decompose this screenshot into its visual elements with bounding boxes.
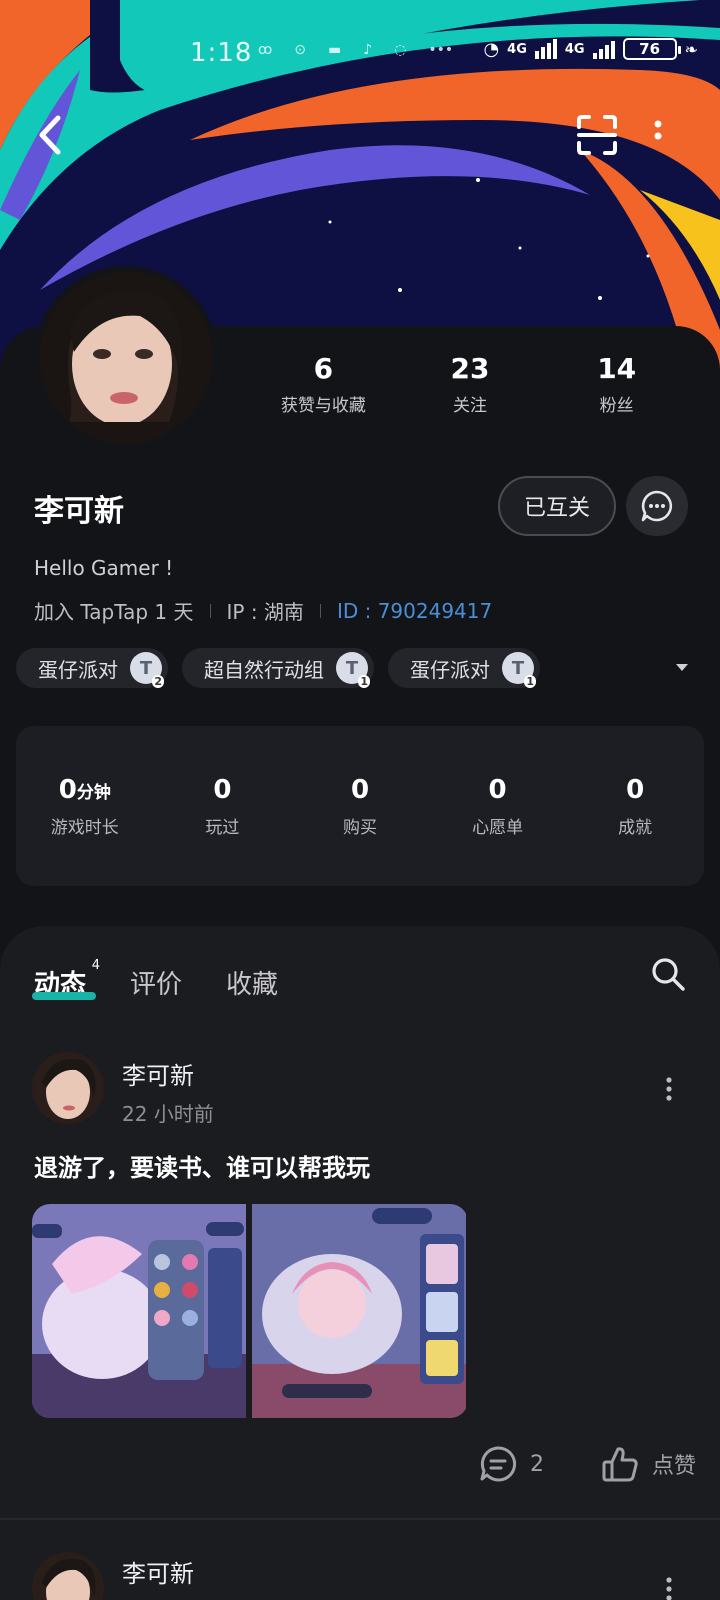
expand-tags-icon[interactable]: [676, 664, 688, 671]
avatar-image: [32, 1052, 104, 1124]
active-tab-indicator: [32, 992, 96, 1000]
stat-wishlist[interactable]: 0 心愿单: [429, 775, 567, 838]
stat-label: 获赞与收藏: [280, 396, 366, 416]
network-label-1: 4G: [507, 41, 527, 57]
game-screenshot-image: [252, 1204, 466, 1418]
game-stats-panel: 0分钟 游戏时长 0 玩过 0 购买 0 心愿单 0 成就: [16, 726, 704, 886]
battery-icon: 76: [622, 38, 681, 60]
divider: [209, 603, 211, 618]
level-number: 1: [358, 675, 370, 688]
stat-label: 粉丝: [599, 396, 634, 416]
stat-purchased[interactable]: 0 购买: [291, 775, 429, 838]
leaf-icon: ❧: [684, 39, 698, 59]
stat-value: 0: [58, 774, 77, 805]
like-label[interactable]: 点赞: [652, 1448, 696, 1480]
stat-label: 心愿单: [472, 817, 524, 838]
like-icon[interactable]: [600, 1444, 640, 1484]
status-time: 1:18: [190, 38, 253, 68]
user-id[interactable]: ID : 790249417: [337, 599, 492, 623]
message-button[interactable]: [626, 476, 688, 536]
stat-value: 6: [313, 352, 334, 385]
stat-value: 23: [450, 352, 490, 385]
profile-stats: 6 获赞与收藏 23 关注 14 粉丝: [250, 352, 690, 416]
post-author-name[interactable]: 李可新: [122, 1056, 194, 1091]
notification-icons: ꝏ ⊙ ▬ ♪ ◌ •••: [258, 42, 453, 58]
hd-call-icon: ◔: [483, 38, 500, 60]
post-image[interactable]: [32, 1204, 248, 1418]
stat-label: 玩过: [205, 817, 240, 838]
stat-achievements[interactable]: 0 成就: [566, 775, 704, 838]
comment-icon[interactable]: [478, 1444, 518, 1484]
stat-label: 购买: [342, 817, 377, 838]
tab-favorites[interactable]: 收藏: [226, 964, 278, 1001]
stat-label: 关注: [453, 396, 487, 416]
scan-icon[interactable]: [576, 114, 618, 156]
post-timestamp: 22 小时前: [122, 1102, 214, 1126]
more-notifications-icon: •••: [428, 42, 454, 58]
level-badge-icon: T1: [502, 652, 536, 688]
notification-icon: ⊙: [294, 42, 306, 58]
back-icon[interactable]: [30, 110, 70, 160]
more-icon[interactable]: [650, 118, 666, 154]
game-tag[interactable]: 超自然行动组 T1: [182, 648, 374, 688]
chat-icon: [641, 490, 673, 522]
profile-meta: 加入 TapTap 1 天 IP : 湖南 ID : 790249417: [34, 596, 492, 625]
comment-count: 2: [530, 1451, 544, 1477]
stat-followers[interactable]: 14 粉丝: [543, 352, 690, 416]
post-images: [32, 1204, 468, 1418]
profile-bio: Hello Gamer !: [34, 556, 174, 580]
game-tag[interactable]: 蛋仔派对 T1: [388, 648, 540, 688]
post-more-icon[interactable]: [664, 1076, 674, 1102]
profile-avatar[interactable]: [34, 266, 218, 450]
stat-value: 14: [597, 352, 637, 385]
status-right: ◔ 4G 4G 76 ❧: [483, 38, 698, 60]
game-tag-label: 蛋仔派对: [38, 657, 118, 682]
divider: [319, 603, 321, 618]
notification-icon: ꝏ: [258, 42, 273, 58]
level-number: 1: [524, 675, 536, 688]
joined-text: 加入 TapTap 1 天: [34, 600, 194, 624]
game-tag-label: 超自然行动组: [204, 657, 324, 682]
bell-icon: ◌: [394, 42, 407, 58]
signal-icon-2: [592, 39, 615, 59]
stat-value: 0: [626, 774, 645, 805]
mutual-follow-button[interactable]: 已互关: [498, 476, 616, 536]
tab-count: 4: [91, 958, 101, 973]
notification-icon: ▬: [328, 42, 342, 58]
stat-likes[interactable]: 6 获赞与收藏: [250, 352, 397, 416]
level-badge-icon: T1: [336, 652, 370, 688]
level-badge-icon: T2: [130, 652, 164, 688]
status-bar: 1:18 ꝏ ⊙ ▬ ♪ ◌ ••• ◔ 4G 4G 76 ❧: [0, 32, 720, 72]
level-number: 2: [152, 675, 164, 688]
stat-value: 0: [488, 774, 507, 805]
network-label-2: 4G: [564, 41, 585, 57]
avatar-image: [40, 272, 212, 444]
signal-icon: [534, 39, 557, 59]
ip-location: IP : 湖南: [226, 600, 304, 624]
stat-playtime[interactable]: 0分钟 游戏时长: [16, 775, 154, 838]
post-divider: [0, 1518, 720, 1520]
game-tags: 蛋仔派对 T2 超自然行动组 T1 蛋仔派对 T1: [16, 648, 540, 688]
post-image[interactable]: [252, 1204, 468, 1418]
search-icon[interactable]: [650, 956, 686, 992]
game-screenshot-image: [32, 1204, 246, 1418]
post-author-name[interactable]: 李可新: [122, 1554, 194, 1589]
tiktok-icon: ♪: [363, 42, 373, 58]
stat-value: 0: [350, 774, 370, 805]
post-more-icon[interactable]: [664, 1576, 674, 1600]
game-tag-label: 蛋仔派对: [410, 657, 490, 682]
tab-reviews[interactable]: 评价: [130, 964, 182, 1001]
post-actions: 2 点赞: [478, 1444, 696, 1484]
stat-played[interactable]: 0 玩过: [154, 775, 292, 838]
post-text[interactable]: 退游了，要读书、谁可以帮我玩: [34, 1148, 370, 1183]
profile-name: 李可新: [34, 494, 124, 529]
stat-following[interactable]: 23 关注: [397, 352, 544, 416]
stat-value: 0: [213, 774, 232, 805]
stat-label: 成就: [618, 817, 653, 838]
game-tag[interactable]: 蛋仔派对 T2: [16, 648, 168, 688]
stat-unit: 分钟: [76, 782, 111, 803]
stat-label: 游戏时长: [50, 817, 119, 838]
